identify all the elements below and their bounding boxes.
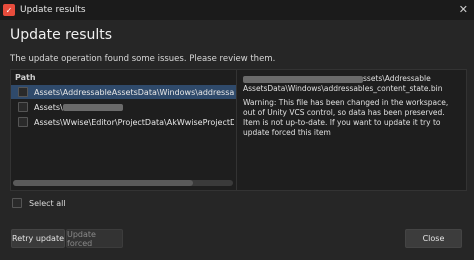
row-path-container: Assets\: [34, 103, 234, 112]
row-path: Assets\: [34, 102, 63, 112]
retry-update-button[interactable]: Retry update: [11, 229, 65, 248]
detail-path: ssets\Addressable AssetsData\Windows\add…: [243, 74, 457, 94]
row-checkbox[interactable]: [18, 87, 28, 97]
close-button[interactable]: Close: [405, 229, 462, 248]
detail-path-tail: ssets\Addressable: [363, 74, 431, 83]
row-path: Assets\AddressableAssetsData\Windows\add…: [34, 87, 234, 97]
select-all-checkbox[interactable]: [12, 198, 22, 208]
horizontal-scrollbar[interactable]: [13, 180, 233, 186]
results-panel: Path Assets\AddressableAssetsData\Window…: [10, 69, 467, 191]
select-all-row[interactable]: Select all: [12, 198, 66, 208]
redacted-text: [243, 75, 363, 83]
update-forced-button[interactable]: Update forced: [66, 229, 123, 248]
list-item[interactable]: Assets\AddressableAssetsData\Windows\add…: [11, 85, 236, 99]
close-icon[interactable]: ✕: [459, 3, 468, 16]
title-bar: ✓ Update results ✕: [0, 0, 474, 20]
window-title: Update results: [20, 5, 86, 15]
redacted-text: [62, 103, 123, 111]
detail-pane: ssets\Addressable AssetsData\Windows\add…: [239, 70, 464, 190]
list-item[interactable]: Assets\Wwise\Editor\ProjectData\AkWwiseP…: [11, 115, 236, 129]
row-checkbox[interactable]: [18, 117, 28, 127]
dialog-heading: Update results: [10, 27, 113, 43]
unity-vcs-icon: ✓: [3, 4, 15, 16]
detail-message: Warning: This file has been changed in t…: [243, 98, 449, 137]
results-list: Path Assets\AddressableAssetsData\Window…: [11, 70, 237, 190]
detail-path-line2: AssetsData\Windows\addressables_content_…: [243, 84, 443, 93]
select-all-label: Select all: [29, 198, 66, 208]
row-checkbox[interactable]: [18, 102, 28, 112]
scrollbar-thumb[interactable]: [13, 180, 193, 186]
list-item[interactable]: Assets\: [11, 100, 236, 114]
row-path: Assets\Wwise\Editor\ProjectData\AkWwiseP…: [34, 117, 234, 127]
dialog-subtitle: The update operation found some issues. …: [10, 54, 276, 64]
column-header-path[interactable]: Path: [15, 73, 36, 82]
